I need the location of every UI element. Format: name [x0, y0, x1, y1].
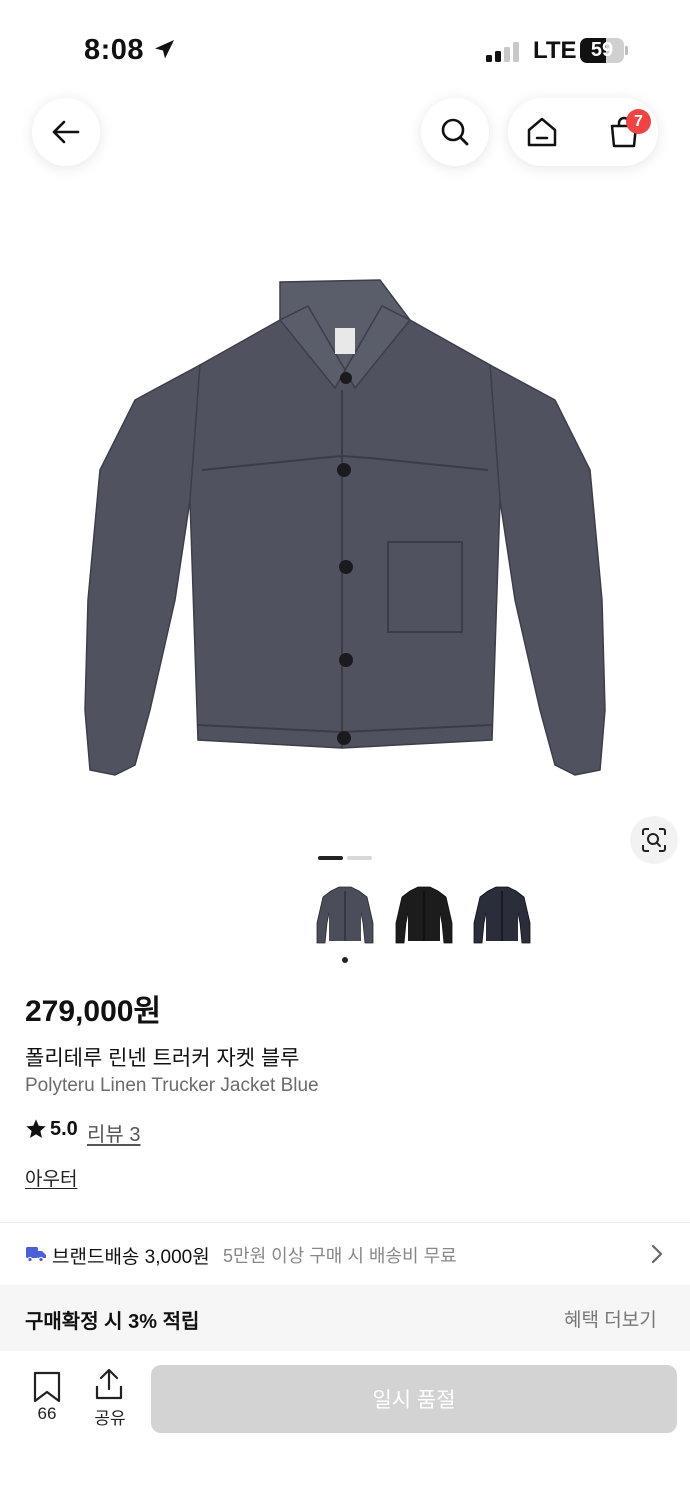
thumbnail-navy[interactable]: [470, 883, 534, 949]
image-search-icon: [642, 828, 666, 852]
benefit-row: 구매확정 시 3% 적립 혜택 더보기: [0, 1285, 690, 1351]
rating-score: 5.0: [50, 1118, 78, 1140]
back-button[interactable]: [32, 98, 100, 166]
search-icon: [441, 118, 469, 146]
review-link[interactable]: 리뷰 3: [87, 1118, 140, 1147]
share-icon[interactable]: [94, 1368, 124, 1400]
truck-icon: [26, 1247, 46, 1263]
home-button[interactable]: [508, 98, 576, 166]
product-image[interactable]: [80, 270, 610, 790]
bottom-action-bar: 66 공유 일시 품절: [0, 1351, 690, 1500]
thumbnail-selected-dot: [342, 957, 348, 963]
image-search-button[interactable]: [630, 816, 678, 864]
star-icon: [26, 1119, 46, 1138]
benefit-more-link[interactable]: 혜택 더보기: [564, 1305, 657, 1332]
shipping-label: 브랜드배송 3,000원: [52, 1247, 210, 1268]
status-bar: 8:08 LTE 59: [0, 0, 690, 100]
product-name-korean: 폴리테루 린넨 트러커 자켓 블루: [25, 1047, 300, 1070]
chevron-right-icon: [651, 1244, 663, 1264]
thumbnail-blue[interactable]: [313, 883, 377, 949]
bookmark-count: 66: [37, 1404, 57, 1423]
page-indicator-active: [318, 856, 343, 860]
product-price: 279,000원: [25, 995, 162, 1028]
status-time: 8:08: [84, 34, 145, 66]
battery-icon: 59: [580, 38, 628, 63]
network-label: LTE: [533, 37, 577, 64]
signal-icon: [486, 42, 519, 62]
location-arrow-icon: [155, 40, 174, 59]
back-arrow-icon: [52, 120, 80, 144]
category-link[interactable]: 아우터: [25, 1164, 77, 1191]
benefit-text: 구매확정 시 3% 적립: [25, 1311, 200, 1333]
shipping-row[interactable]: 브랜드배송 3,000원 5만원 이상 구매 시 배송비 무료: [0, 1223, 690, 1285]
cart-badge: 7: [626, 109, 651, 134]
search-button[interactable]: [421, 98, 489, 166]
home-icon: [527, 117, 557, 147]
product-name-english: Polyteru Linen Trucker Jacket Blue: [25, 1075, 319, 1096]
sold-out-button[interactable]: 일시 품절: [151, 1365, 677, 1433]
cart-button[interactable]: [590, 98, 658, 166]
thumbnail-black[interactable]: [392, 883, 456, 949]
shipping-note: 5만원 이상 구매 시 배송비 무료: [223, 1246, 457, 1266]
bookmark-icon[interactable]: [33, 1371, 61, 1403]
battery-percent: 59: [590, 39, 614, 61]
page-indicator: [347, 856, 372, 860]
share-label: 공유: [94, 1409, 126, 1428]
